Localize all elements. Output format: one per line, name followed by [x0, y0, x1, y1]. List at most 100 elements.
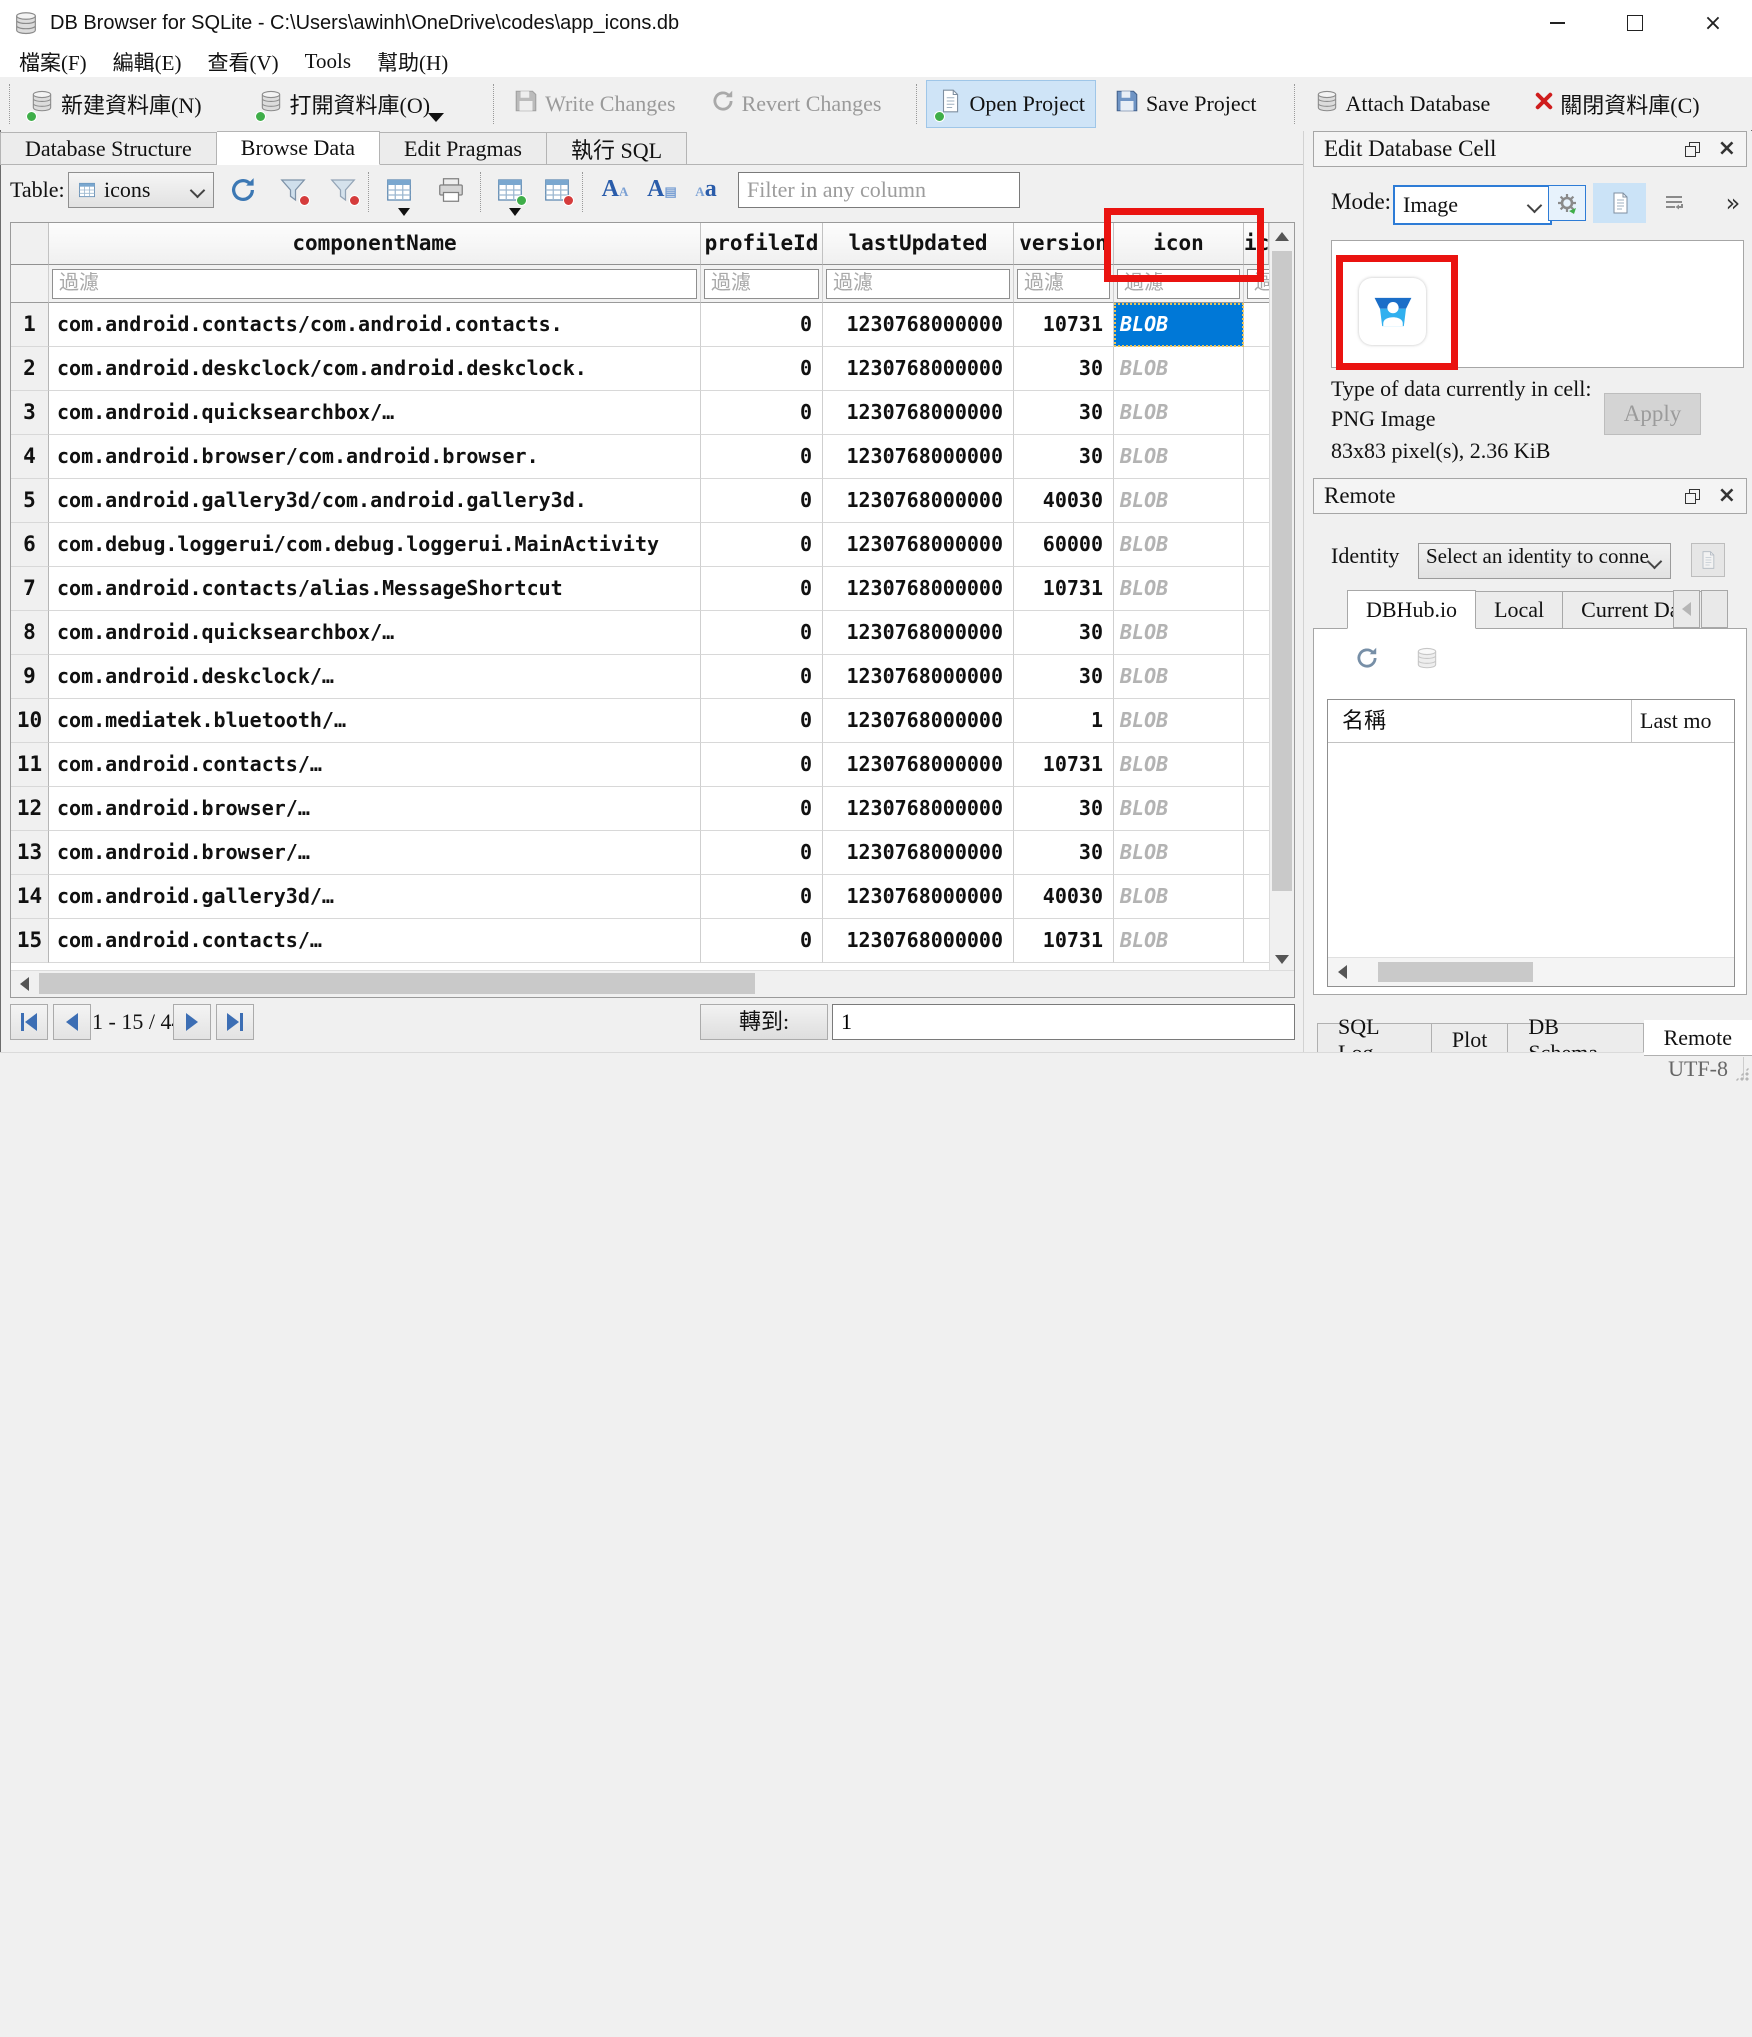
save-project-button[interactable]: Save Project — [1104, 81, 1267, 127]
cell-partial[interactable] — [1244, 303, 1269, 347]
scroll-left-button[interactable] — [1330, 959, 1354, 985]
row-number[interactable]: 14 — [11, 875, 49, 919]
export-dropdown-icon[interactable] — [398, 208, 410, 216]
cell-profileid[interactable]: 0 — [701, 875, 823, 919]
identity-select[interactable]: Select an identity to conne — [1418, 543, 1671, 579]
column-filter-input[interactable]: 過濾 — [1017, 269, 1110, 299]
remote-upload-db-icon[interactable] — [1414, 645, 1440, 671]
row-number[interactable]: 11 — [11, 743, 49, 787]
previous-page-button[interactable] — [53, 1004, 91, 1040]
cell-version[interactable]: 30 — [1014, 611, 1114, 655]
cell-icon-blob[interactable]: BLOB — [1114, 875, 1244, 919]
import-data-button[interactable] — [1548, 185, 1586, 221]
float-panel-icon[interactable] — [1685, 142, 1700, 157]
font-document-icon[interactable]: A▤ — [647, 174, 677, 204]
cell-lastupdated[interactable]: 1230768000000 — [823, 347, 1014, 391]
row-number[interactable]: 6 — [11, 523, 49, 567]
scroll-up-button[interactable] — [1270, 223, 1294, 249]
table-select[interactable]: icons — [68, 172, 214, 208]
open-database-button[interactable]: 打開資料庫(O) — [248, 81, 441, 127]
cell-icon-blob[interactable]: BLOB — [1114, 787, 1244, 831]
name-column-header[interactable]: 名稱 — [1328, 700, 1632, 742]
tab-scroll-left-button[interactable] — [1673, 590, 1700, 628]
insert-record-icon[interactable] — [495, 175, 525, 205]
cell-lastupdated[interactable]: 1230768000000 — [823, 303, 1014, 347]
cell-lastupdated[interactable]: 1230768000000 — [823, 391, 1014, 435]
horizontal-scroll-thumb[interactable] — [1378, 962, 1533, 982]
cell-lastupdated[interactable]: 1230768000000 — [823, 435, 1014, 479]
cell-icon-blob[interactable]: BLOB — [1114, 435, 1244, 479]
row-number[interactable]: 5 — [11, 479, 49, 523]
row-number[interactable]: 15 — [11, 919, 49, 963]
mode-select[interactable]: Image — [1393, 185, 1552, 225]
cell-version[interactable]: 60000 — [1014, 523, 1114, 567]
column-header-icon[interactable]: icon — [1114, 223, 1244, 265]
first-page-button[interactable] — [10, 1004, 48, 1040]
cell-componentname[interactable]: com.android.browser/com.android.browser. — [49, 435, 701, 479]
column-filter-input[interactable]: 過濾 — [52, 269, 697, 299]
cell-version[interactable]: 1 — [1014, 699, 1114, 743]
column-header-partial[interactable]: ic — [1244, 223, 1269, 265]
menu-幫助-h[interactable]: 幫助(H) — [364, 47, 461, 77]
clone-database-button[interactable] — [1691, 543, 1725, 577]
cell-partial[interactable] — [1244, 523, 1269, 567]
close-panel-icon[interactable]: × — [1718, 138, 1736, 160]
cell-icon-blob[interactable]: BLOB — [1114, 567, 1244, 611]
scroll-down-button[interactable] — [1270, 946, 1294, 972]
cell-icon-blob[interactable]: BLOB — [1114, 347, 1244, 391]
filter-any-column-input[interactable] — [738, 172, 1020, 208]
cell-version[interactable]: 30 — [1014, 831, 1114, 875]
cell-version[interactable]: 10731 — [1014, 303, 1114, 347]
open-project-button[interactable]: Open Project — [926, 80, 1095, 128]
cell-componentname[interactable]: com.debug.loggerui/com.debug.loggerui.Ma… — [49, 523, 701, 567]
cell-partial[interactable] — [1244, 611, 1269, 655]
menu-檔案-f[interactable]: 檔案(F) — [6, 47, 100, 77]
cell-componentname[interactable]: com.android.gallery3d/… — [49, 875, 701, 919]
cell-profileid[interactable]: 0 — [701, 391, 823, 435]
column-header-version[interactable]: version — [1014, 223, 1114, 265]
cell-componentname[interactable]: com.android.deskclock/… — [49, 655, 701, 699]
cell-version[interactable]: 30 — [1014, 391, 1114, 435]
menu-tools[interactable]: Tools — [292, 49, 364, 74]
float-panel-icon[interactable] — [1685, 489, 1700, 504]
cell-partial[interactable] — [1244, 919, 1269, 963]
cell-icon-blob[interactable]: BLOB — [1114, 479, 1244, 523]
cell-lastupdated[interactable]: 1230768000000 — [823, 567, 1014, 611]
insert-record-dropdown-icon[interactable] — [509, 208, 521, 216]
cell-lastupdated[interactable]: 1230768000000 — [823, 479, 1014, 523]
cell-profileid[interactable]: 0 — [701, 743, 823, 787]
export-table-icon[interactable] — [384, 175, 414, 205]
cell-profileid[interactable]: 0 — [701, 611, 823, 655]
tab-browse-data[interactable]: Browse Data — [217, 131, 380, 165]
remote-refresh-icon[interactable] — [1354, 645, 1380, 671]
cell-version[interactable]: 40030 — [1014, 875, 1114, 919]
cell-partial[interactable] — [1244, 567, 1269, 611]
clear-filters-icon[interactable] — [278, 175, 308, 205]
cell-profileid[interactable]: 0 — [701, 303, 823, 347]
column-filter-input[interactable]: 過濾 — [704, 269, 819, 299]
cell-version[interactable]: 10731 — [1014, 919, 1114, 963]
revert-changes-button[interactable]: Revert Changes — [700, 81, 892, 127]
last-page-button[interactable] — [216, 1004, 254, 1040]
cell-lastupdated[interactable]: 1230768000000 — [823, 655, 1014, 699]
column-filter-input[interactable]: 過濾 — [1247, 269, 1269, 299]
font-size-icon[interactable]: Aa — [691, 174, 721, 204]
cell-icon-blob[interactable]: BLOB — [1114, 611, 1244, 655]
cell-version[interactable]: 40030 — [1014, 479, 1114, 523]
cell-icon-blob[interactable]: BLOB — [1114, 699, 1244, 743]
cell-partial[interactable] — [1244, 479, 1269, 523]
cell-componentname[interactable]: com.android.gallery3d/com.android.galler… — [49, 479, 701, 523]
cell-componentname[interactable]: com.android.contacts/… — [49, 743, 701, 787]
column-header-componentname[interactable]: componentName — [49, 223, 701, 265]
minimize-button[interactable] — [1518, 0, 1596, 46]
cell-componentname[interactable]: com.android.browser/… — [49, 787, 701, 831]
scroll-right-button[interactable] — [1708, 959, 1732, 985]
cell-partial[interactable] — [1244, 435, 1269, 479]
cell-partial[interactable] — [1244, 787, 1269, 831]
scroll-right-button[interactable] — [1266, 971, 1292, 996]
close-panel-icon[interactable]: × — [1718, 485, 1736, 507]
cell-componentname[interactable]: com.android.browser/… — [49, 831, 701, 875]
font-style-icon[interactable]: AA — [600, 174, 630, 204]
cell-version[interactable]: 30 — [1014, 347, 1114, 391]
vertical-scroll-thumb[interactable] — [1272, 251, 1292, 891]
